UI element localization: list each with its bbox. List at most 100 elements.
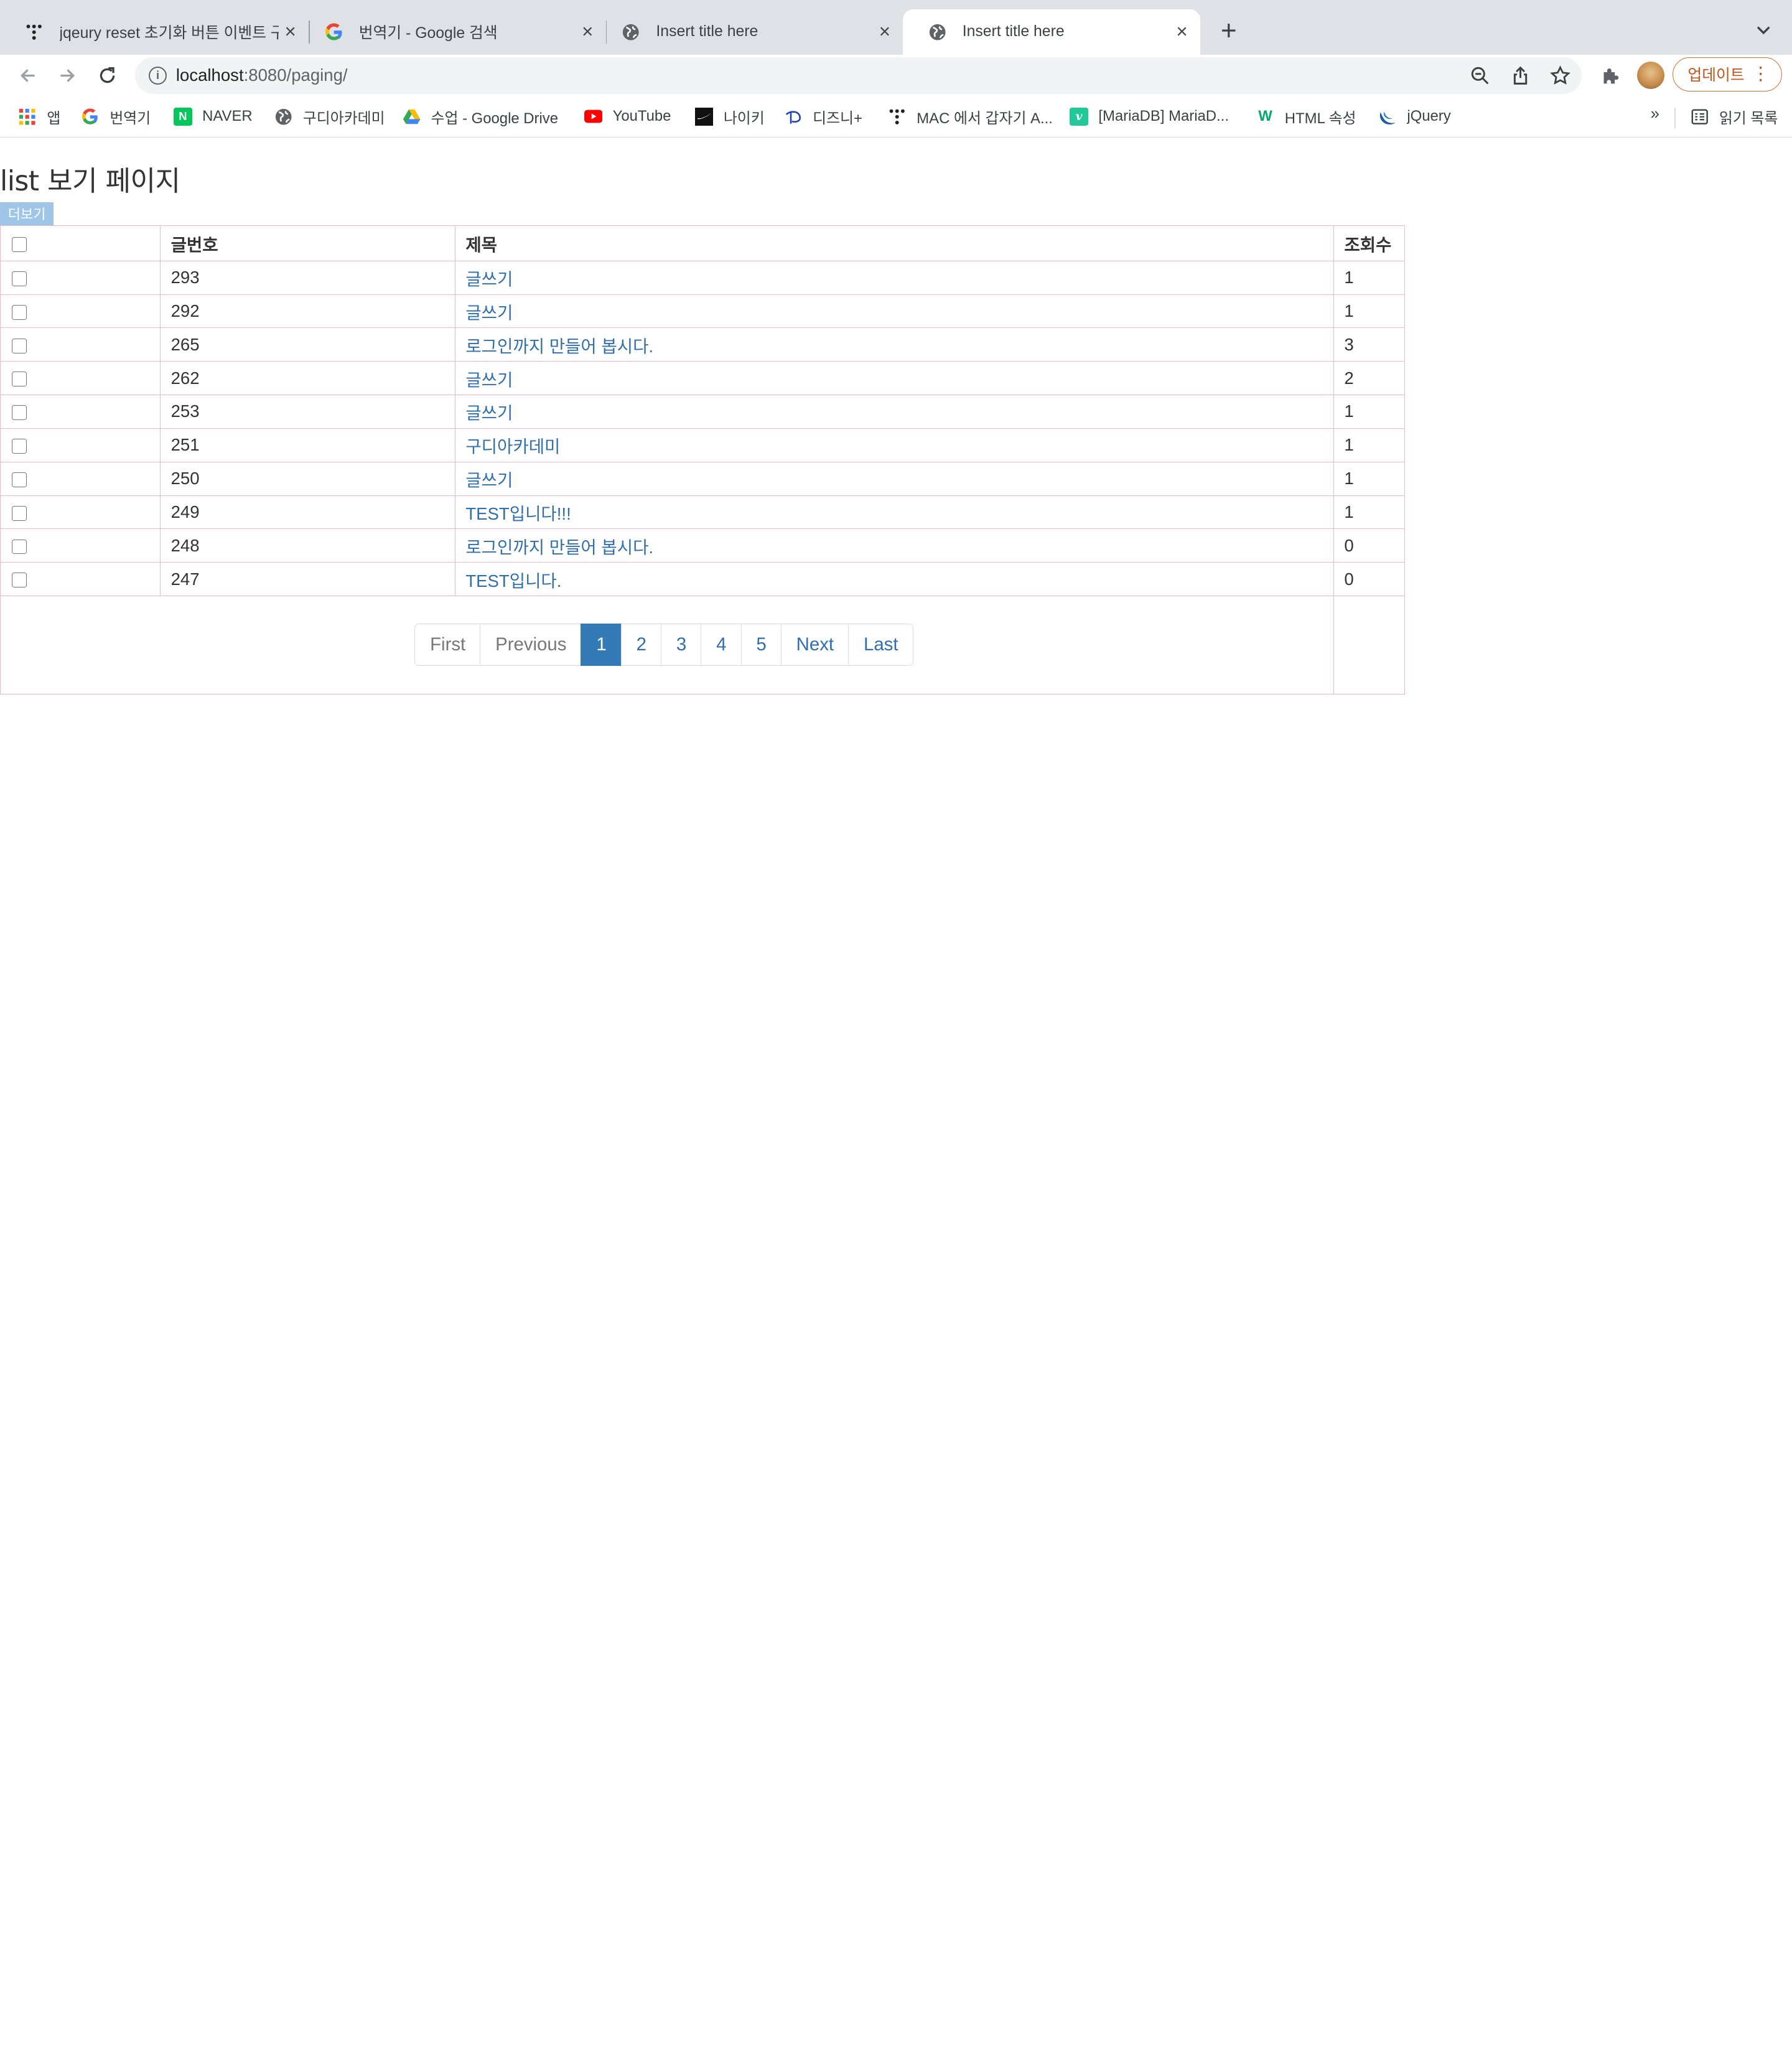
first-page-link[interactable]: First	[414, 624, 482, 667]
close-tab-icon[interactable]: ×	[873, 21, 896, 44]
address-bar[interactable]: i localhost:8080/paging/	[134, 57, 1582, 94]
bookmark-naver[interactable]: N NAVER	[174, 106, 253, 127]
bookmark-translator[interactable]: 번역기	[81, 106, 151, 127]
next-page-link[interactable]: Next	[780, 624, 849, 667]
reading-list[interactable]: 읽기 목록	[1691, 106, 1778, 127]
page-content: list 보기 페이지 더보기 글번호 제목 조회수 293 글쓰기 1 292 글쓰기…	[0, 138, 1792, 1121]
bookmark-apps[interactable]: 앱	[18, 106, 60, 127]
bookmark-youtube[interactable]: YouTube	[584, 106, 671, 127]
post-number: 293	[160, 260, 455, 295]
select-all-checkbox[interactable]	[12, 236, 27, 252]
row-checkbox[interactable]	[12, 539, 27, 554]
bookmark-disney-plus[interactable]: 디즈니+	[784, 106, 862, 127]
page-link-2[interactable]: 2	[620, 624, 662, 667]
bookmark-label: MAC 에서 갑자기 A...	[917, 110, 1053, 127]
page-link-5[interactable]: 5	[740, 624, 782, 667]
post-subject-cell: 글쓰기	[454, 395, 1334, 429]
tab-insert-title-active[interactable]: Insert title here ×	[903, 9, 1200, 55]
tab-search-chevron-icon[interactable]	[1751, 18, 1776, 43]
share-icon[interactable]	[1508, 63, 1533, 88]
youtube-icon	[584, 108, 603, 126]
forward-arrow-icon[interactable]	[52, 60, 83, 91]
row-checkbox[interactable]	[12, 505, 27, 521]
zoom-out-icon[interactable]	[1468, 63, 1493, 88]
previous-page-link[interactable]: Previous	[480, 624, 582, 667]
tab-jquery-reset[interactable]: jqeury reset 초기화 버튼 이벤트 구 ×	[0, 9, 309, 55]
post-subject-link[interactable]: 글쓰기	[465, 303, 513, 322]
bookmarks-divider	[1674, 107, 1676, 128]
site-info-icon[interactable]: i	[148, 66, 167, 85]
row-checkbox[interactable]	[12, 573, 27, 588]
table-row: 262 글쓰기 2	[0, 361, 1405, 396]
post-views: 1	[1333, 461, 1405, 496]
page-link-3[interactable]: 3	[661, 624, 702, 667]
post-subject-link[interactable]: 글쓰기	[465, 403, 513, 423]
last-page-link[interactable]: Last	[848, 624, 914, 667]
kebab-menu-icon[interactable]: ⋮	[1752, 63, 1770, 84]
pagination-empty-cell	[1333, 595, 1405, 695]
post-subject-link[interactable]: 구디아카데미	[465, 437, 560, 456]
close-tab-icon[interactable]: ×	[576, 21, 599, 44]
more-bookmarks-chevron[interactable]: »	[1651, 105, 1659, 123]
close-tab-icon[interactable]: ×	[279, 21, 302, 44]
globe-icon	[622, 23, 640, 41]
post-subject-link[interactable]: TEST입니다!!!	[465, 504, 571, 523]
new-tab-plus-icon[interactable]: +	[1214, 16, 1244, 46]
post-list-table: 글번호 제목 조회수 293 글쓰기 1 292 글쓰기 1 265 로그인까지 만들어 봅시…	[0, 225, 1405, 695]
more-button[interactable]: 더보기	[0, 202, 54, 225]
post-views: 0	[1333, 528, 1405, 563]
update-label: 업데이트	[1687, 67, 1745, 85]
bookmark-label: NAVER	[202, 108, 253, 125]
row-checkbox[interactable]	[12, 372, 27, 387]
row-select-cell	[0, 562, 161, 596]
nike-icon	[694, 107, 714, 126]
close-tab-icon[interactable]: ×	[1170, 21, 1193, 44]
page-link-4[interactable]: 4	[701, 624, 742, 667]
column-header-views: 조회수	[1333, 225, 1405, 261]
bookmark-html-attr[interactable]: W HTML 속성	[1256, 106, 1356, 127]
bookmark-mariadb[interactable]: v [MariaDB] MariaD...	[1070, 106, 1229, 127]
post-number: 262	[160, 361, 455, 396]
naver-icon: N	[174, 107, 192, 126]
post-subject-link[interactable]: 글쓰기	[465, 370, 513, 390]
tab-google-search[interactable]: 번역기 - Google 검색 ×	[299, 9, 605, 55]
tab-title: Insert title here	[962, 23, 1065, 40]
profile-avatar[interactable]	[1636, 62, 1664, 90]
row-select-cell	[0, 260, 161, 295]
table-row: 250 글쓰기 1	[0, 461, 1405, 496]
bookmark-goodee[interactable]: 구디아카데미	[274, 106, 385, 127]
bookmark-mac-post[interactable]: MAC 에서 갑자기 A...	[888, 106, 1053, 127]
bookmark-label: jQuery	[1407, 108, 1451, 125]
update-button[interactable]: 업데이트 ⋮	[1672, 57, 1782, 91]
row-checkbox[interactable]	[12, 405, 27, 421]
bookmark-jquery[interactable]: jQuery	[1378, 106, 1451, 127]
tab-insert-title-1[interactable]: Insert title here ×	[597, 9, 903, 55]
post-subject-link[interactable]: 글쓰기	[465, 470, 513, 490]
post-subject-link[interactable]: TEST입니다.	[465, 571, 561, 591]
post-views: 1	[1333, 294, 1405, 329]
page-link-1[interactable]: 1	[581, 624, 622, 667]
row-checkbox[interactable]	[12, 271, 27, 286]
row-checkbox[interactable]	[12, 472, 27, 487]
bookmark-google-drive[interactable]: 수업 - Google Drive	[403, 106, 558, 127]
bookmark-nike[interactable]: 나이키	[694, 106, 765, 127]
row-checkbox[interactable]	[12, 304, 27, 320]
row-checkbox[interactable]	[12, 338, 27, 353]
bookmark-star-icon[interactable]	[1547, 63, 1572, 88]
google-g-icon	[81, 108, 99, 126]
page-title: list 보기 페이지	[0, 166, 180, 198]
post-subject-cell: 로그인까지 만들어 봅시다.	[454, 528, 1334, 563]
row-select-cell	[0, 428, 161, 462]
post-subject-link[interactable]: 로그인까지 만들어 봅시다.	[465, 337, 653, 356]
post-subject-link[interactable]: 글쓰기	[465, 269, 513, 289]
row-checkbox[interactable]	[12, 439, 27, 454]
reload-icon[interactable]	[91, 60, 123, 91]
post-subject-link[interactable]: 로그인까지 만들어 봅시다.	[465, 538, 653, 557]
table-row: 293 글쓰기 1	[0, 260, 1405, 295]
post-number: 292	[160, 294, 455, 329]
pagination-cell: First Previous 1 2 3 4 5 Next Last	[0, 595, 1334, 695]
bookmark-label: [MariaDB] MariaD...	[1098, 108, 1229, 125]
url-text[interactable]: localhost:8080/paging/	[176, 65, 348, 85]
back-arrow-icon[interactable]	[11, 60, 43, 91]
extensions-puzzle-icon[interactable]	[1597, 62, 1624, 89]
